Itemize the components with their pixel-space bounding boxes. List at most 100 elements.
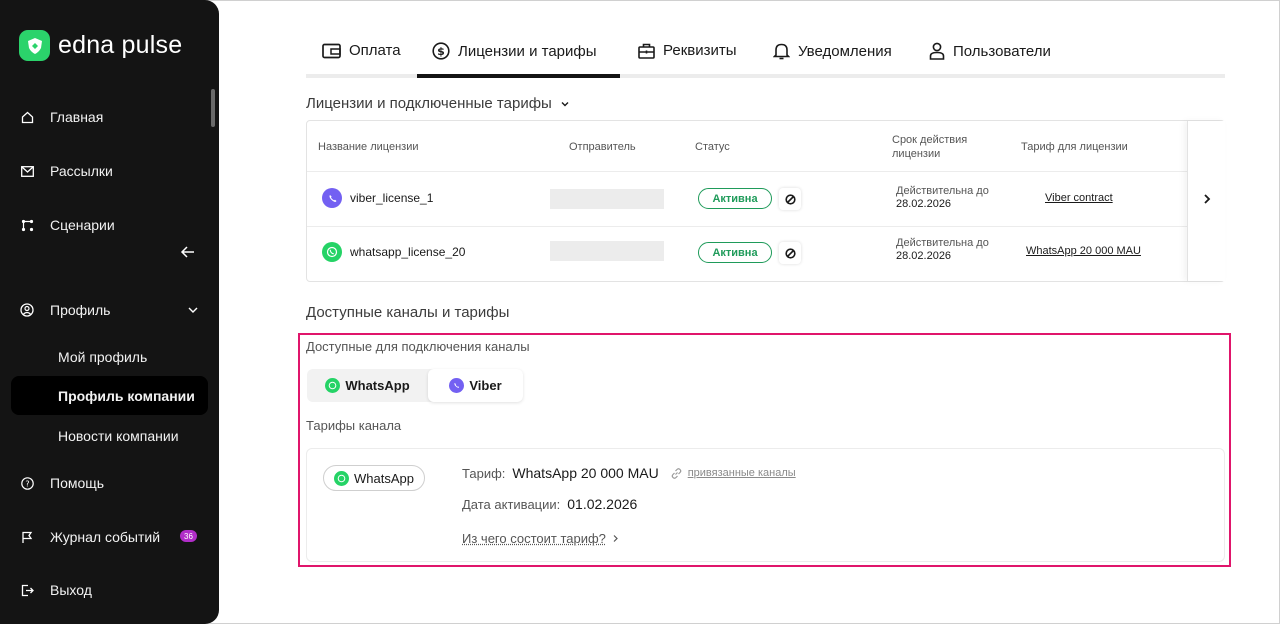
validity-date: 28.02.2026	[896, 198, 952, 210]
tab-requisites[interactable]: Реквизиты	[638, 42, 737, 59]
tab-label: Лицензии и тарифы	[458, 42, 597, 60]
svg-text:$: $	[437, 45, 445, 58]
sidebar-item-label: Рассылки	[50, 163, 113, 179]
chevron-right-icon	[1202, 192, 1212, 210]
logout-icon	[20, 583, 34, 597]
chip-label: WhatsApp	[354, 470, 414, 486]
available-section-title: Доступные каналы и тарифы	[306, 304, 510, 321]
license-name: viber_license_1	[350, 191, 434, 205]
sender-placeholder	[550, 189, 664, 209]
sidebar-item-help[interactable]: ? Помощь	[20, 475, 104, 491]
logo-mark-icon	[19, 30, 50, 61]
svg-text:?: ?	[25, 479, 29, 488]
channel-label: Viber	[469, 378, 502, 393]
chevron-down-icon	[560, 99, 570, 109]
user-circle-icon	[20, 303, 34, 317]
sidebar-item-scenarios[interactable]: Сценарии	[20, 217, 115, 233]
tab-label: Оплата	[349, 42, 401, 59]
flag-icon	[20, 530, 34, 544]
tab-label: Пользователи	[953, 42, 1051, 60]
block-icon[interactable]	[779, 188, 801, 210]
tab-label: Реквизиты	[663, 42, 737, 59]
linked-channels-label: привязанные каналы	[687, 467, 796, 479]
validity-label: Действительна до	[896, 185, 989, 197]
licenses-table: Название лицензии Отправитель Статус Сро…	[306, 120, 1225, 282]
linked-channels-link[interactable]: привязанные каналы	[670, 467, 796, 480]
channel-whatsapp-button[interactable]: WhatsApp	[307, 369, 428, 402]
logo-text: edna pulse	[58, 31, 183, 59]
whatsapp-icon	[334, 470, 349, 486]
whatsapp-icon	[325, 378, 341, 393]
tariff-key: Тариф:	[462, 465, 506, 481]
viber-icon	[322, 188, 342, 208]
tab-notifications[interactable]: Уведомления	[773, 42, 892, 60]
sidebar-item-label: Главная	[50, 109, 104, 125]
column-header: Название лицензии	[318, 141, 419, 153]
sidebar-sub-company-profile[interactable]: Профиль компании	[58, 388, 195, 404]
license-name: whatsapp_license_20	[350, 245, 466, 259]
tariff-value: WhatsApp 20 000 MAU	[512, 465, 659, 481]
table-row-name: viber_license_1	[322, 188, 433, 208]
status-badge: Активна	[698, 242, 772, 263]
column-header: Отправитель	[569, 141, 636, 153]
validity-label: Действительна до	[896, 237, 989, 249]
tab-licenses[interactable]: $ Лицензии и тарифы	[432, 42, 597, 60]
sidebar-sub-my-profile[interactable]: Мой профиль	[58, 349, 147, 365]
status-badge: Активна	[698, 188, 772, 209]
bell-icon	[773, 42, 790, 60]
tab-users[interactable]: Пользователи	[929, 42, 1051, 60]
channels-label: Доступные для подключения каналы	[306, 339, 530, 354]
sidebar-scrollbar[interactable]	[211, 89, 215, 127]
tariff-details-link[interactable]: Из чего состоит тариф?	[462, 531, 619, 546]
channel-viber-button[interactable]: Viber	[428, 369, 523, 402]
sidebar-item-logout[interactable]: Выход	[20, 582, 92, 598]
row-divider	[307, 226, 1187, 227]
tab-payment[interactable]: Оплата	[322, 42, 401, 59]
sidebar-item-mailings[interactable]: Рассылки	[20, 163, 113, 179]
block-icon[interactable]	[779, 242, 801, 264]
tariff-row: Тариф: WhatsApp 20 000 MAU привязанные к…	[462, 465, 796, 481]
briefcase-icon	[638, 43, 655, 59]
activation-key: Дата активации:	[462, 496, 561, 512]
activation-row: Дата активации: 01.02.2026	[462, 496, 637, 512]
sidebar-item-label: Сценарии	[50, 217, 115, 233]
collapse-sidebar-arrow-icon[interactable]	[180, 244, 196, 260]
sidebar-item-label: Журнал событий	[50, 529, 161, 545]
activation-value: 01.02.2026	[567, 496, 638, 512]
tariff-card: WhatsApp Тариф: WhatsApp 20 000 MAU прив…	[306, 448, 1225, 562]
viber-icon	[449, 378, 465, 393]
validity-date: 28.02.2026	[896, 250, 952, 262]
sidebar-item-home[interactable]: Главная	[20, 109, 103, 125]
chevron-down-icon[interactable]	[187, 303, 199, 321]
link-icon	[670, 467, 683, 480]
mail-icon	[20, 164, 34, 178]
channel-label: WhatsApp	[345, 378, 410, 393]
whatsapp-icon	[322, 242, 342, 262]
help-icon: ?	[20, 476, 34, 490]
sidebar-sub-company-news[interactable]: Новости компании	[58, 428, 179, 444]
sidebar-item-profile[interactable]: Профиль	[20, 302, 110, 318]
tariff-link[interactable]: Viber contract	[1045, 192, 1113, 204]
tab-label: Уведомления	[798, 42, 892, 60]
sidebar-item-event-log[interactable]: Журнал событий	[20, 529, 160, 545]
tariff-details-label: Из чего состоит тариф?	[462, 531, 606, 546]
logo[interactable]: edna pulse	[19, 30, 182, 61]
scenario-icon	[20, 218, 34, 232]
tariff-link[interactable]: WhatsApp 20 000 MAU	[1026, 245, 1141, 257]
tariffs-label: Тарифы канала	[306, 418, 402, 433]
table-row-name: whatsapp_license_20	[322, 242, 465, 262]
licenses-section-toggle[interactable]: Лицензии и подключенные тарифы	[306, 95, 570, 112]
home-icon	[20, 110, 34, 124]
table-scroll-next-button[interactable]	[1187, 121, 1225, 281]
sidebar-item-label: Помощь	[50, 475, 105, 491]
channel-selector: WhatsApp Viber	[307, 369, 523, 402]
column-header: Срок действия лицензии	[892, 134, 968, 160]
dollar-icon: $	[432, 42, 450, 60]
licenses-section-title: Лицензии и подключенные тарифы	[306, 95, 552, 112]
column-header: Статус	[695, 141, 730, 153]
sidebar: edna pulse Главная Рассылки Сценарии Про…	[0, 0, 219, 624]
sidebar-item-label: Выход	[50, 582, 92, 598]
event-count-badge: 36	[180, 530, 197, 542]
chevron-right-icon	[612, 534, 619, 543]
sidebar-item-label: Профиль	[50, 302, 111, 318]
